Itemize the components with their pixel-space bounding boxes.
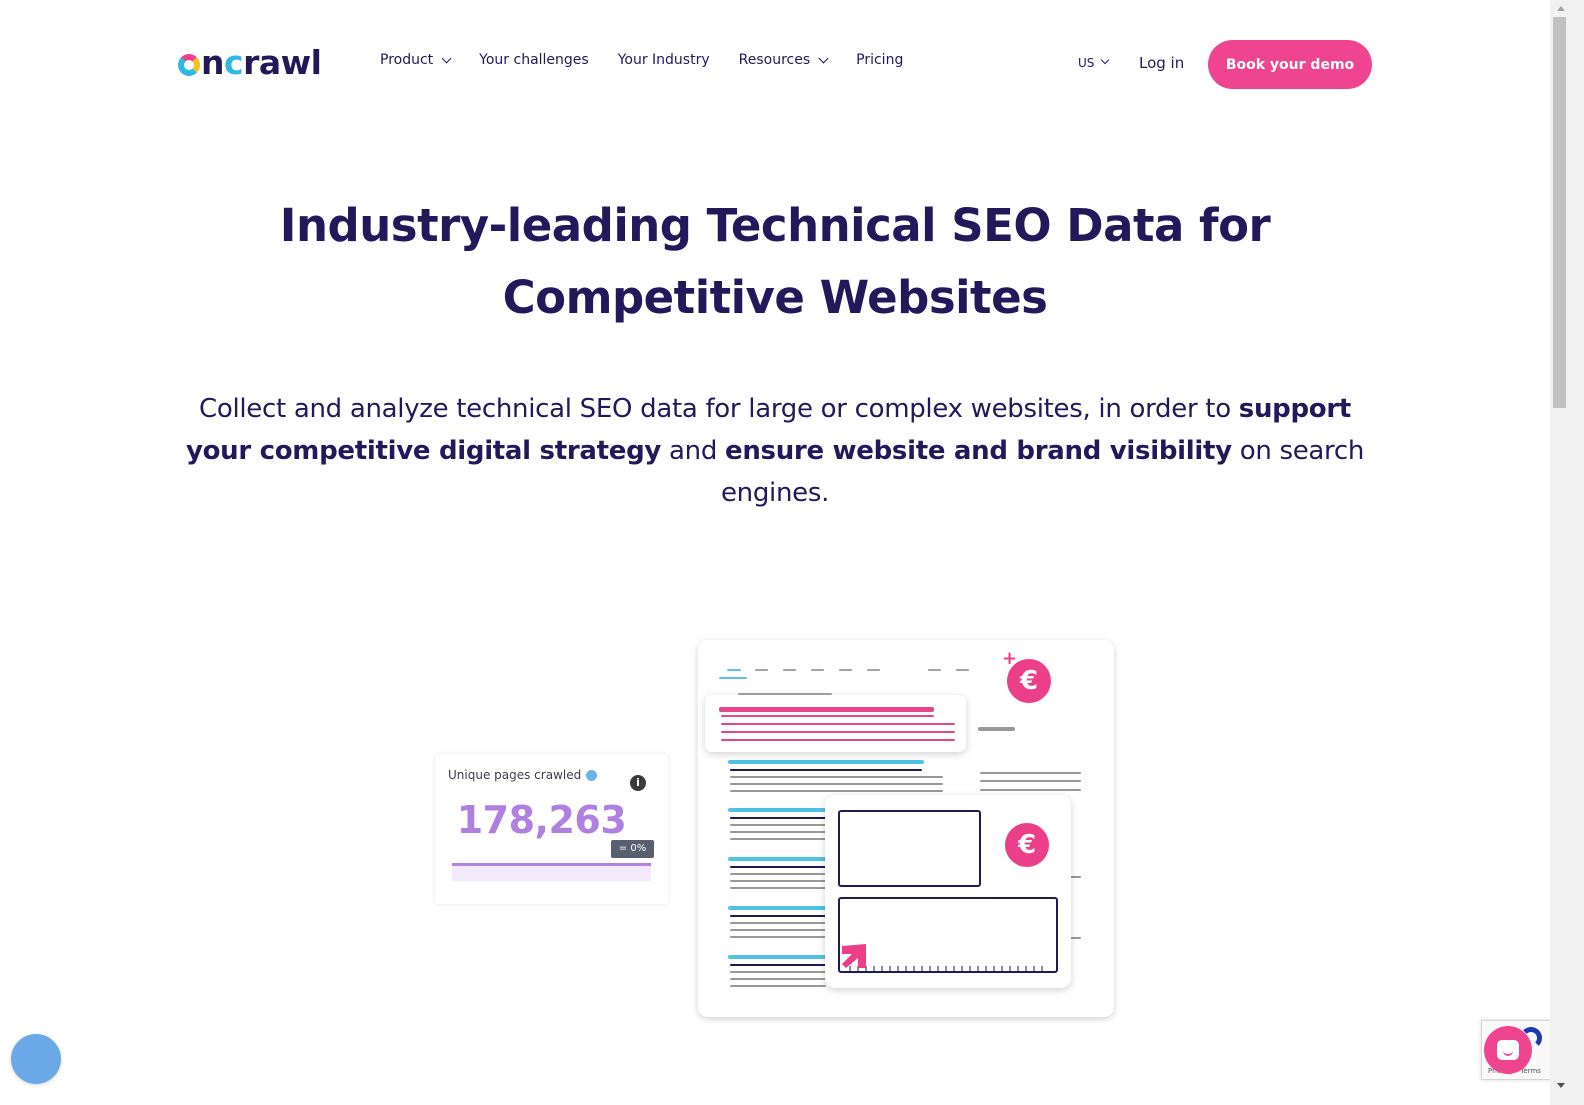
logo-o-mark-icon: [178, 54, 200, 76]
snippet-title-line: [719, 707, 934, 712]
doc-line: [730, 824, 826, 826]
chart-frame-small: [838, 810, 981, 887]
doc-line: [730, 866, 826, 868]
doc-line: [1070, 876, 1081, 878]
subtitle-text: and: [661, 436, 725, 466]
doc-line: [980, 780, 1081, 782]
snippet-line: [721, 715, 934, 717]
snippet-line: [721, 731, 955, 733]
logo-c: c: [224, 42, 244, 82]
change-badge: = 0%: [611, 840, 654, 858]
section-heading-line: [728, 955, 828, 959]
doc-line: [730, 922, 826, 924]
tab-dash: [928, 669, 941, 671]
stat-value: 178,263: [456, 798, 627, 842]
chevron-down-icon: [1101, 55, 1110, 65]
snippet-line: [721, 739, 955, 741]
doc-line: [730, 971, 826, 973]
logo-rest: rawl: [243, 42, 322, 82]
site-header: n c rawl Product Your challenges Your Indu…: [0, 0, 1550, 130]
pink-arrow-icon: [842, 944, 866, 968]
doc-line: [730, 985, 826, 987]
tab-dash: [839, 669, 852, 671]
tab-underline: [719, 677, 747, 679]
nav-item-your-industry[interactable]: Your Industry: [618, 52, 710, 68]
doc-line: [978, 727, 1015, 731]
nav-item-your-challenges[interactable]: Your challenges: [479, 52, 589, 68]
login-link[interactable]: Log in: [1139, 54, 1184, 72]
doc-line: [730, 817, 826, 819]
doc-line: [730, 887, 826, 889]
accessibility-widget-button[interactable]: [11, 1034, 61, 1084]
doc-line: [730, 769, 922, 771]
doc-line: [730, 790, 943, 792]
nav-item-label: Your challenges: [479, 52, 589, 68]
oncrawl-logo[interactable]: n c rawl: [178, 42, 322, 82]
scroll-up-arrow-icon[interactable]: [1557, 6, 1565, 11]
chart-x-ticks: [849, 966, 1043, 971]
doc-line: [980, 772, 1081, 774]
nav-item-label: Pricing: [856, 52, 904, 68]
subtitle-text: Collect and analyze technical SEO data f…: [198, 394, 1239, 424]
doc-line: [730, 964, 826, 966]
unique-pages-stat-card: Unique pages crawled i 178,263 = 0%: [435, 754, 668, 904]
nav-item-label: Product: [380, 52, 434, 68]
euro-coin-icon: €: [1007, 659, 1051, 703]
subtitle-emphasis: ensure website and brand visibility: [725, 436, 1232, 466]
chevron-down-icon: [818, 53, 829, 63]
nav-item-pricing[interactable]: Pricing: [856, 52, 903, 68]
info-icon: i: [630, 775, 646, 791]
stat-label: Unique pages crawled: [448, 768, 598, 782]
chart-ticks-and-arrow: [842, 944, 1043, 971]
doc-line: [1070, 937, 1081, 939]
tab-dash: [727, 669, 741, 671]
doc-line: [730, 776, 943, 778]
scroll-down-arrow-icon[interactable]: [1557, 1083, 1565, 1088]
hero-subtitle: Collect and analyze technical SEO data f…: [180, 388, 1370, 514]
section-heading-line: [728, 760, 924, 764]
doc-line: [730, 831, 826, 833]
section-heading-line: [728, 857, 828, 861]
nav-item-product[interactable]: Product: [380, 52, 452, 68]
hero-title: Industry-leading Technical SEO Data for …: [279, 199, 1271, 324]
chat-bubble-icon: [1497, 1040, 1519, 1060]
nav-item-label: Your Industry: [617, 52, 710, 68]
tab-dash: [956, 669, 969, 671]
doc-line: [730, 915, 826, 917]
snippet-line: [721, 723, 955, 725]
nav-item-resources[interactable]: Resources: [738, 52, 829, 68]
doc-line: [730, 783, 943, 785]
section-heading-line: [728, 906, 828, 910]
stat-bar-area: [452, 866, 651, 881]
logo-n: n: [201, 42, 225, 82]
tab-dash: [783, 669, 796, 671]
tab-dash: [811, 669, 824, 671]
main-nav: Product Your challenges Your Industry Re…: [380, 52, 932, 68]
doc-line: [730, 880, 826, 882]
nav-item-label: Resources: [738, 52, 811, 68]
doc-line: [730, 838, 826, 840]
tab-dash: [867, 669, 880, 671]
section-heading-line: [728, 808, 828, 812]
euro-coin-icon: €: [1005, 823, 1049, 867]
language-selector[interactable]: US: [1078, 55, 1110, 70]
tab-dash: [755, 669, 768, 671]
info-dot-icon: [586, 769, 598, 781]
doc-line: [730, 978, 826, 980]
doc-line: [730, 929, 826, 931]
scrollbar-thumb[interactable]: [1553, 17, 1566, 408]
doc-line: [730, 936, 826, 938]
chat-launcher-button[interactable]: [1484, 1026, 1532, 1074]
doc-line: [980, 789, 1081, 791]
language-label: US: [1078, 56, 1095, 70]
book-demo-button[interactable]: Book your demo: [1208, 40, 1372, 89]
doc-line: [730, 873, 826, 875]
stat-label-text: Unique pages crawled: [448, 768, 582, 782]
chevron-down-icon: [441, 53, 452, 63]
